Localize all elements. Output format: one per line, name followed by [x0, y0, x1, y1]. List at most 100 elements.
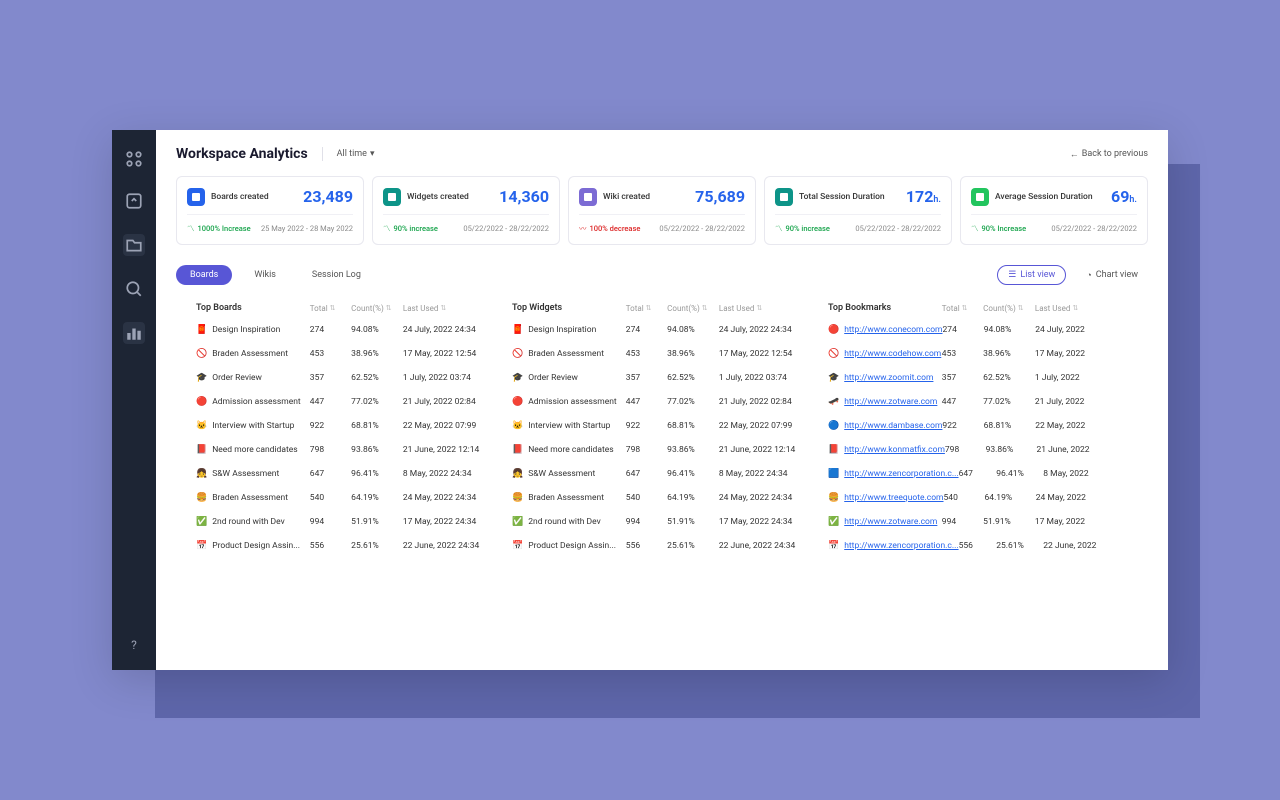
table-row[interactable]: 🔵http://www.dambase.com92268.81%22 May, …	[828, 421, 1128, 431]
cell-count: 38.96%	[351, 349, 403, 359]
row-icon: 🚫	[512, 349, 523, 359]
cell-last: 21 June, 2022	[1036, 445, 1128, 455]
bookmark-link[interactable]: http://www.treequote.com	[844, 493, 943, 503]
list-view-button[interactable]: ☰List view	[997, 265, 1066, 285]
nav-folder-icon[interactable]	[123, 234, 145, 256]
row-icon: 🚫	[196, 349, 207, 359]
bookmark-link[interactable]: http://www.zencorporation.c...	[844, 541, 958, 551]
table-row[interactable]: 🔴http://www.conecom.com27494.08%24 July,…	[828, 325, 1128, 335]
row-icon: 🐱	[512, 421, 523, 431]
cell-count: 96.41%	[667, 469, 719, 479]
item-name: Order Review	[212, 373, 262, 383]
row-icon: 📅	[512, 541, 523, 551]
table-row[interactable]: 🚫http://www.codehow.com45338.96%17 May, …	[828, 349, 1128, 359]
help-icon[interactable]: ?	[131, 638, 137, 652]
time-selector[interactable]: All time▾	[337, 149, 375, 159]
bookmark-link[interactable]: http://www.dambase.com	[844, 421, 942, 431]
table-row[interactable]: 🐱Interview with Startup92268.81%22 May, …	[512, 421, 812, 431]
cell-last: 1 July, 2022 03:74	[719, 373, 812, 383]
col-last[interactable]: Last Used ⇅	[1035, 303, 1128, 313]
bookmark-link[interactable]: http://www.konmatfix.com	[844, 445, 945, 455]
date-range: 05/22/2022 - 28/22/2022	[1051, 224, 1137, 233]
table-row[interactable]: ✅2nd round with Dev99451.91%17 May, 2022…	[512, 517, 812, 527]
col-total[interactable]: Total ⇅	[942, 303, 983, 313]
col-count[interactable]: Count(%) ⇅	[667, 303, 719, 313]
cell-total: 647	[310, 469, 351, 479]
table-row[interactable]: 🧧Design Inspiration27494.08%24 July, 202…	[196, 325, 496, 335]
table-row[interactable]: ✅http://www.zotware.com99451.91%17 May, …	[828, 517, 1128, 527]
table-row[interactable]: 🚫Braden Assessment45338.96%17 May, 2022 …	[196, 349, 496, 359]
col-title: Top Widgets	[512, 303, 626, 313]
tab-wikis[interactable]: Wikis	[240, 265, 290, 285]
nav-edit-icon[interactable]	[125, 192, 143, 210]
nav-analytics-icon[interactable]	[123, 322, 145, 344]
main-content: Workspace Analytics All time▾ ←Back to p…	[156, 130, 1168, 670]
row-icon: 📕	[512, 445, 523, 455]
row-icon: 📅	[828, 541, 839, 551]
col-last[interactable]: Last Used ⇅	[719, 303, 812, 313]
cell-total: 922	[942, 421, 983, 431]
table-row[interactable]: 🐱Interview with Startup92268.81%22 May, …	[196, 421, 496, 431]
bookmark-link[interactable]: http://www.zoomit.com	[844, 373, 933, 383]
nav-search-icon[interactable]	[125, 280, 143, 298]
row-icon: 🍔	[196, 493, 207, 503]
table-row[interactable]: ✅2nd round with Dev99451.91%17 May, 2022…	[196, 517, 496, 527]
table-row[interactable]: 👧S&W Assessment64796.41%8 May, 2022 24:3…	[196, 469, 496, 479]
col-title: Top Boards	[196, 303, 310, 313]
cell-count: 93.86%	[986, 445, 1037, 455]
stat-card: Average Session Duration69h.〽90% Increas…	[960, 176, 1148, 245]
table-row[interactable]: 🍔http://www.treequote.com54064.19%24 May…	[828, 493, 1128, 503]
bookmark-link[interactable]: http://www.zotware.com	[844, 397, 937, 407]
table-row[interactable]: 👧S&W Assessment64796.41%8 May, 2022 24:3…	[512, 469, 812, 479]
table-row[interactable]: 🍔Braden Assessment54064.19%24 May, 2022 …	[196, 493, 496, 503]
table-row[interactable]: 📅http://www.zencorporation.c...55625.61%…	[828, 541, 1128, 551]
table-row[interactable]: 📅Product Design Assin...55625.61%22 June…	[196, 541, 496, 551]
table-row[interactable]: 🎓Order Review35762.52%1 July, 2022 03:74	[512, 373, 812, 383]
table-row[interactable]: 🎓http://www.zoomit.com35762.52%1 July, 2…	[828, 373, 1128, 383]
item-name: 2nd round with Dev	[528, 517, 600, 527]
row-icon: 🧧	[196, 325, 207, 335]
table-row[interactable]: 🧧Design Inspiration27494.08%24 July, 202…	[512, 325, 812, 335]
item-name: S&W Assessment	[212, 469, 279, 479]
bookmark-link[interactable]: http://www.conecom.com	[844, 325, 942, 335]
bookmark-link[interactable]: http://www.codehow.com	[844, 349, 941, 359]
table-row[interactable]: 🎓Order Review35762.52%1 July, 2022 03:74	[196, 373, 496, 383]
cell-last: 24 July, 2022	[1035, 325, 1128, 335]
col-last[interactable]: Last Used ⇅	[403, 303, 496, 313]
cell-last: 21 June, 2022 12:14	[403, 445, 496, 455]
col-total[interactable]: Total ⇅	[626, 303, 667, 313]
tab-boards[interactable]: Boards	[176, 265, 232, 285]
cell-last: 21 July, 2022	[1035, 397, 1128, 407]
table-row[interactable]: 🛹http://www.zotware.com44777.02%21 July,…	[828, 397, 1128, 407]
cell-count: 51.91%	[351, 517, 403, 527]
item-name: Interview with Startup	[528, 421, 610, 431]
cell-total: 556	[310, 541, 351, 551]
col-count[interactable]: Count(%) ⇅	[983, 303, 1035, 313]
cell-last: 17 May, 2022 12:54	[719, 349, 812, 359]
cell-total: 274	[943, 325, 984, 335]
cell-count: 94.08%	[667, 325, 719, 335]
sort-icon: ⇅	[756, 304, 762, 312]
back-button[interactable]: ←Back to previous	[1070, 149, 1148, 160]
col-total[interactable]: Total ⇅	[310, 303, 351, 313]
tab-session-log[interactable]: Session Log	[298, 265, 375, 285]
table-row[interactable]: 📅Product Design Assin...55625.61%22 June…	[512, 541, 812, 551]
chart-view-button[interactable]: ◔Chart view	[1076, 265, 1148, 285]
bookmark-link[interactable]: http://www.zotware.com	[844, 517, 937, 527]
table-row[interactable]: 📕http://www.konmatfix.com79893.86%21 Jun…	[828, 445, 1128, 455]
table-row[interactable]: 🚫Braden Assessment45338.96%17 May, 2022 …	[512, 349, 812, 359]
cell-count: 51.91%	[983, 517, 1035, 527]
stat-label: Widgets created	[407, 192, 469, 202]
row-icon: 📅	[196, 541, 207, 551]
table-row[interactable]: 📕Need more candidates79893.86%21 June, 2…	[196, 445, 496, 455]
nav-grid-icon[interactable]	[125, 150, 143, 168]
cell-count: 94.08%	[351, 325, 403, 335]
col-count[interactable]: Count(%) ⇅	[351, 303, 403, 313]
cell-last: 17 May, 2022 24:34	[719, 517, 812, 527]
table-row[interactable]: 🍔Braden Assessment54064.19%24 May, 2022 …	[512, 493, 812, 503]
bookmark-link[interactable]: http://www.zencorporation.c...	[844, 469, 958, 479]
table-row[interactable]: 🔴Admission assessment44777.02%21 July, 2…	[512, 397, 812, 407]
table-row[interactable]: 📕Need more candidates79893.86%21 June, 2…	[512, 445, 812, 455]
table-row[interactable]: 🟦http://www.zencorporation.c...64796.41%…	[828, 469, 1128, 479]
table-row[interactable]: 🔴Admission assessment44777.02%21 July, 2…	[196, 397, 496, 407]
